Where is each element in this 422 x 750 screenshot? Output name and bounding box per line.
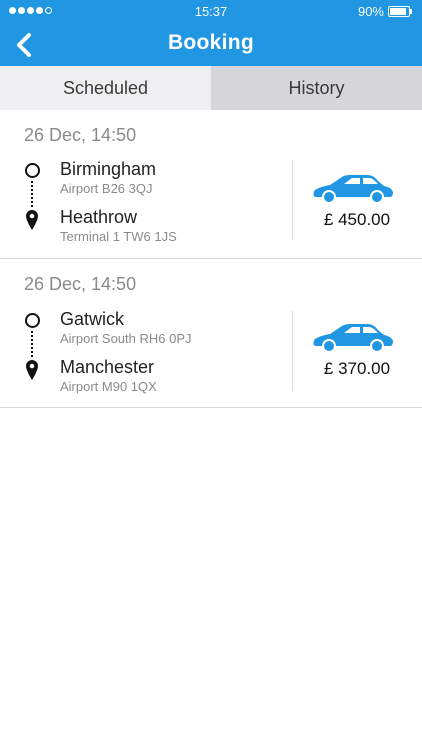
tab-history[interactable]: History (211, 66, 422, 110)
battery-percentage: 90% (357, 4, 384, 19)
destination-pin-icon (26, 360, 38, 380)
vertical-divider (292, 311, 293, 391)
pickup-name: Gatwick (60, 309, 125, 329)
dropoff-location: Manchester Airport M90 1QX (60, 356, 157, 396)
dropoff-location: Heathrow Terminal 1 TW6 1JS (60, 206, 177, 246)
booking-price: £ 450.00 (323, 210, 391, 229)
booking-price: £ 370.00 (323, 359, 391, 378)
dropoff-detail: Airport M90 1QX (60, 379, 157, 394)
page-title: Booking (167, 31, 255, 54)
dropoff-name: Heathrow (60, 207, 138, 227)
booking-date: 26 Dec, 14:50 (24, 274, 137, 294)
car-icon (313, 175, 393, 204)
booking-tabs: Scheduled History (0, 66, 422, 110)
route-dotted-line (31, 331, 33, 357)
origin-circle-icon (25, 313, 40, 328)
route-dotted-line (31, 181, 33, 207)
booking-card[interactable]: 26 Dec, 14:50 Birmingham Airport B26 3QJ… (0, 110, 422, 259)
booking-date: 26 Dec, 14:50 (24, 125, 137, 145)
destination-pin-icon (26, 210, 38, 230)
tab-scheduled[interactable]: Scheduled (0, 66, 211, 110)
status-bar: 15:37 90% (0, 0, 422, 24)
pickup-detail: Airport South RH6 0PJ (60, 331, 192, 346)
battery-icon (388, 6, 412, 17)
booking-card[interactable]: 26 Dec, 14:50 Gatwick Airport South RH6 … (0, 259, 422, 408)
battery-status: 90% (357, 4, 412, 19)
pickup-location: Birmingham Airport B26 3QJ (60, 158, 156, 198)
pickup-location: Gatwick Airport South RH6 0PJ (60, 308, 192, 348)
dropoff-name: Manchester (60, 357, 155, 377)
pickup-detail: Airport B26 3QJ (60, 181, 153, 196)
origin-circle-icon (25, 163, 40, 178)
app-header: 15:37 90% Booking (0, 0, 422, 66)
dropoff-detail: Terminal 1 TW6 1JS (60, 229, 177, 244)
car-icon (313, 324, 393, 353)
pickup-name: Birmingham (60, 159, 157, 179)
